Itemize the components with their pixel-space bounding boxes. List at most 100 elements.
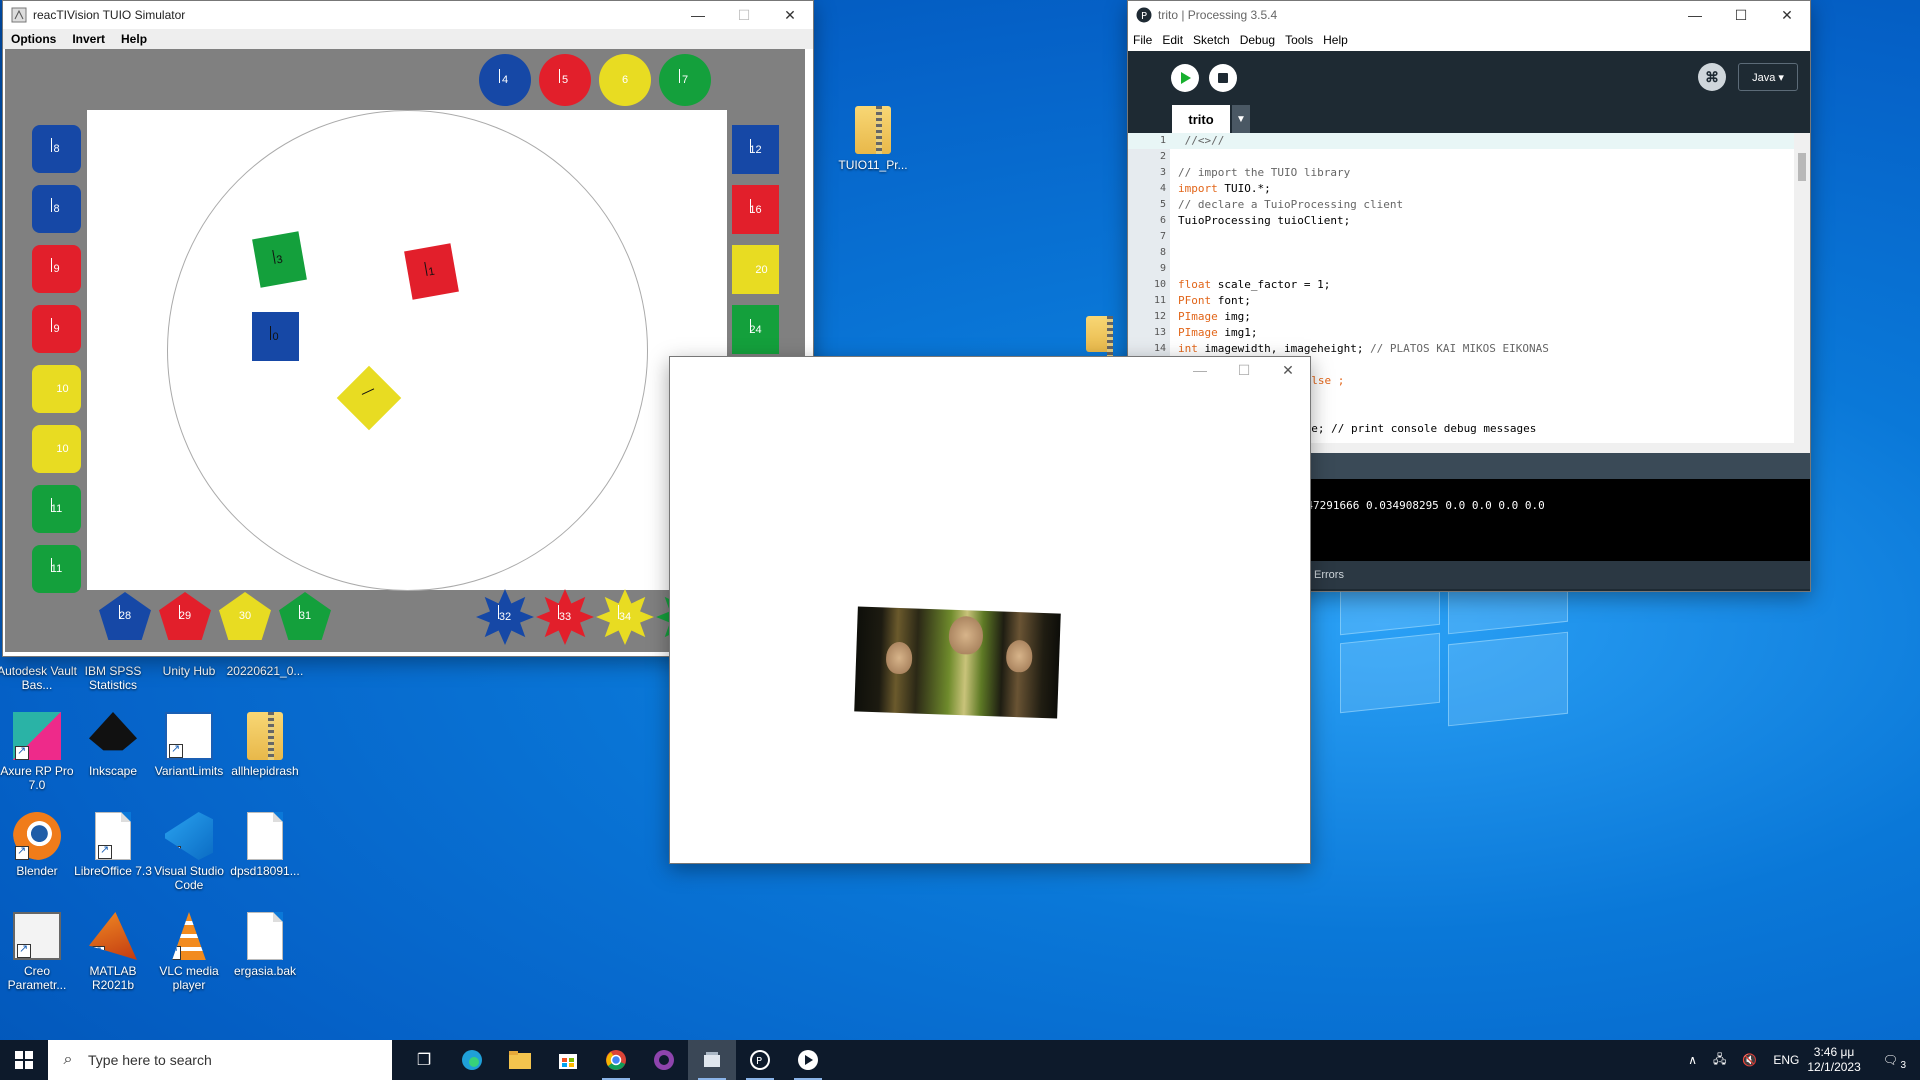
vscode-icon[interactable]: Visual Studio Code	[148, 812, 230, 892]
fiducial-object-24[interactable]: 24	[732, 305, 779, 354]
title-bar[interactable]: reacTIVision TUIO Simulator — ☐ ✕	[3, 1, 813, 29]
folder-icon[interactable]	[1086, 316, 1113, 364]
minimize-button[interactable]: —	[1672, 1, 1718, 29]
close-button[interactable]: ✕	[1764, 1, 1810, 29]
libreoffice-icon[interactable]: LibreOffice 7.3	[72, 812, 154, 878]
minimize-button[interactable]: —	[1178, 357, 1222, 383]
mode-selector[interactable]: Java ▾	[1738, 63, 1798, 91]
table-fiducial-1[interactable]: 1	[404, 243, 459, 300]
title-bar[interactable]: P trito | Processing 3.5.4 — ☐ ✕	[1128, 1, 1810, 29]
fiducial-object-10[interactable]: 10	[32, 425, 81, 473]
taskbar-java[interactable]	[688, 1040, 736, 1080]
play-icon	[1181, 72, 1191, 84]
code-line: 14 int imagewidth, imageheight; // PLATOS…	[1128, 341, 1810, 357]
table-fiducial-0[interactable]: 0	[252, 312, 299, 361]
fiducial-object-31[interactable]: 31	[279, 592, 331, 640]
line-number: 6	[1159, 215, 1166, 226]
fiducial-object-8[interactable]: 8	[32, 185, 81, 233]
menu-sketch[interactable]: Sketch	[1188, 33, 1235, 47]
stop-button[interactable]	[1209, 64, 1237, 92]
close-button[interactable]: ✕	[767, 1, 813, 29]
code-text: // declare a TuioProcessing client	[1178, 197, 1403, 213]
menu-help[interactable]: Help	[1318, 33, 1353, 47]
taskbar-edge[interactable]	[448, 1040, 496, 1080]
fiducial-object-9[interactable]: 9	[32, 245, 81, 293]
fiducial-object-12[interactable]: 12	[732, 125, 779, 174]
variantlimits-icon[interactable]: VariantLimits	[148, 712, 230, 778]
fiducial-object-5[interactable]: 5	[539, 54, 591, 106]
desktop-icon-label: Unity Hub	[162, 664, 216, 678]
fiducial-object-30[interactable]: 30	[219, 592, 271, 640]
run-button[interactable]	[1171, 64, 1199, 92]
taskbar-file-explorer[interactable]	[496, 1040, 544, 1080]
menu-tools[interactable]: Tools	[1280, 33, 1318, 47]
debugger-button[interactable]: ⌘	[1698, 63, 1726, 91]
fiducial-object-6[interactable]: 6	[599, 54, 651, 106]
fiducial-object-28[interactable]: 28	[99, 592, 151, 640]
table-fiducial-3[interactable]: 3	[252, 231, 307, 288]
maximize-button[interactable]: ☐	[721, 1, 767, 29]
clock[interactable]: 3:46 μμ 12/1/2023	[1807, 1045, 1860, 1075]
minimize-button[interactable]: —	[675, 1, 721, 29]
vlc-icon[interactable]: VLC media player	[148, 912, 230, 992]
code-line: 6 TuioProcessing tuioClient;	[1128, 213, 1810, 229]
zip-folder-icon[interactable]: allhlepidrash	[224, 712, 306, 778]
fiducial-id: 7	[681, 74, 689, 86]
fiducial-object-32[interactable]: 32	[476, 589, 534, 645]
menu-invert[interactable]: Invert	[64, 32, 113, 46]
menu-edit[interactable]: Edit	[1157, 33, 1188, 47]
simulator-table[interactable]: 3 1 0	[87, 110, 727, 591]
start-button[interactable]	[0, 1040, 48, 1080]
desktop-icon-label: Inkscape	[88, 764, 138, 778]
fiducial-object-10[interactable]: 10	[32, 365, 81, 413]
errors-tab[interactable]: Errors	[1314, 569, 1344, 581]
fiducial-object-33[interactable]: 33	[536, 589, 594, 645]
language-indicator[interactable]: ENG	[1765, 1053, 1807, 1067]
fiducial-object-16[interactable]: 16	[732, 185, 779, 234]
taskbar-sketch[interactable]	[784, 1040, 832, 1080]
taskbar-processing[interactable]: P	[736, 1040, 784, 1080]
matlab-icon[interactable]: MATLAB R2021b	[72, 912, 154, 992]
clock-date: 12/1/2023	[1807, 1060, 1861, 1074]
fiducial-object-11[interactable]: 11	[32, 485, 81, 533]
taskbar-github[interactable]	[640, 1040, 688, 1080]
code-text: import TUIO.*;	[1178, 181, 1271, 197]
maximize-button[interactable]: ☐	[1718, 1, 1764, 29]
table-boundary-circle	[167, 110, 648, 591]
fiducial-object-34[interactable]: 34	[596, 589, 654, 645]
fiducial-object-7[interactable]: 7	[659, 54, 711, 106]
menu-help[interactable]: Help	[113, 32, 155, 46]
tab-trito[interactable]: trito	[1172, 105, 1230, 133]
fiducial-object-29[interactable]: 29	[159, 592, 211, 640]
line-number: 8	[1159, 247, 1166, 258]
taskbar-search[interactable]: ⌕ Type here to search	[48, 1040, 392, 1080]
fiducial-object-20[interactable]: 20	[732, 245, 779, 294]
chevron-up-icon[interactable]: ∧	[1680, 1053, 1705, 1067]
fiducial-object-11[interactable]: 11	[32, 545, 81, 593]
maximize-button[interactable]: ☐	[1222, 357, 1266, 383]
close-button[interactable]: ✕	[1266, 357, 1310, 383]
zip-folder-icon[interactable]: TUIO11_Pr...	[832, 106, 914, 172]
fiducial-object-9[interactable]: 9	[32, 305, 81, 353]
desktop-icon-label: Visual Studio Code	[154, 864, 224, 892]
taskbar-store[interactable]	[544, 1040, 592, 1080]
file-icon[interactable]: ergasia.bak	[224, 912, 306, 978]
network-icon[interactable]: 🖧	[1705, 1050, 1734, 1071]
file-icon[interactable]: dpsd18091...	[224, 812, 306, 878]
tab-menu-button[interactable]: ▼	[1232, 105, 1250, 133]
fiducial-object-8[interactable]: 8	[32, 125, 81, 173]
taskbar-chrome[interactable]	[592, 1040, 640, 1080]
blender-icon[interactable]: Blender	[0, 812, 78, 878]
menu-file[interactable]: File	[1128, 33, 1157, 47]
volume-muted-icon[interactable]: 🔇	[1734, 1053, 1765, 1067]
axure-icon[interactable]: Axure RP Pro 7.0	[0, 712, 78, 792]
menu-options[interactable]: Options	[3, 32, 64, 46]
notification-button[interactable]: 🗨 3	[1861, 1053, 1920, 1071]
task-view-button[interactable]: ❐	[400, 1040, 448, 1080]
creo-icon[interactable]: Creo Parametr...	[0, 912, 78, 992]
line-number: 4	[1159, 183, 1166, 194]
menu-debug[interactable]: Debug	[1235, 33, 1280, 47]
vertical-scrollbar[interactable]	[1794, 133, 1810, 445]
inkscape-icon[interactable]: Inkscape	[72, 712, 154, 778]
fiducial-object-4[interactable]: 4	[479, 54, 531, 106]
